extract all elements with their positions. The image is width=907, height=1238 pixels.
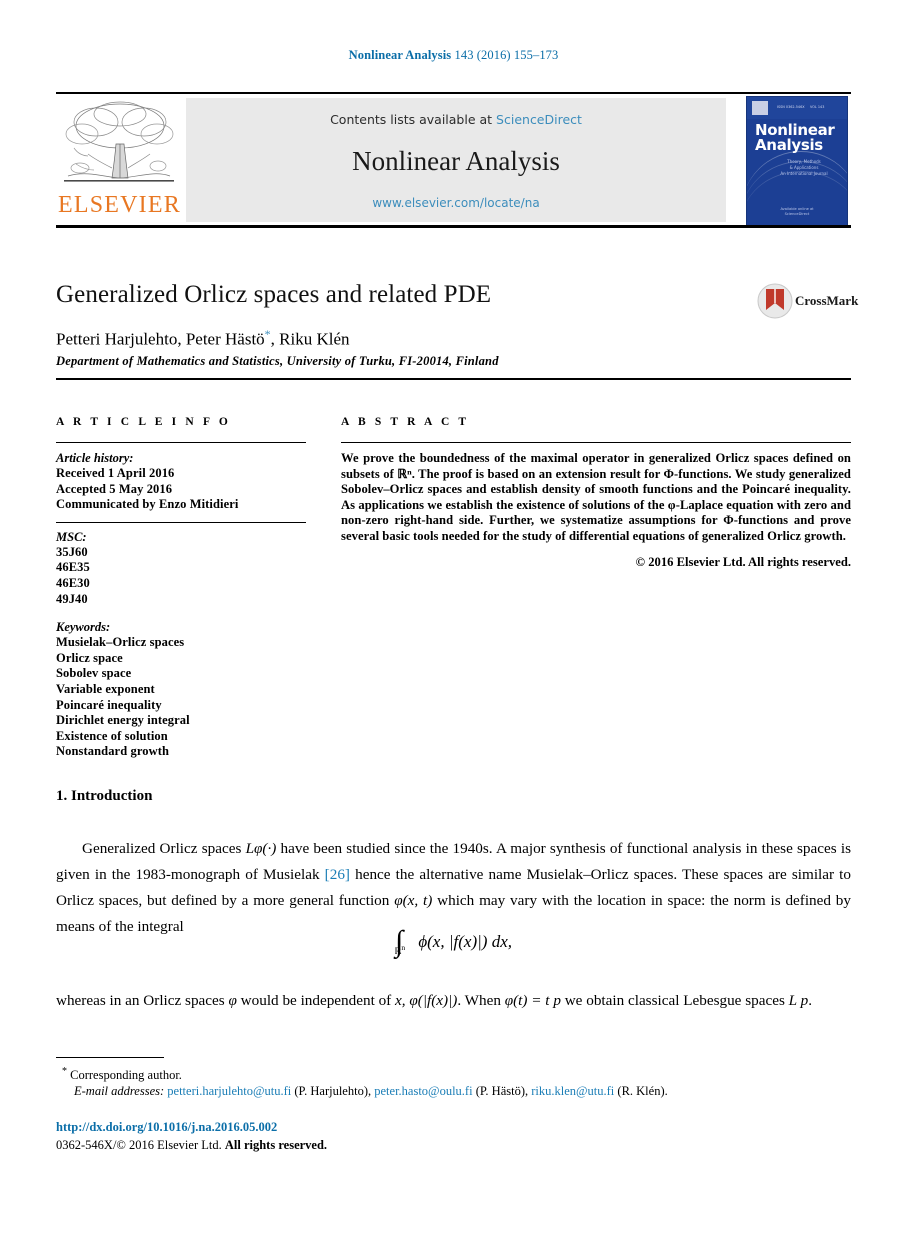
keyword-item: Dirichlet energy integral xyxy=(56,713,190,728)
journal-title: Nonlinear Analysis xyxy=(352,146,560,176)
email-link[interactable]: petteri.harjulehto@utu.fi xyxy=(167,1084,291,1098)
integral-subscript: ℝn xyxy=(394,943,406,956)
cover-elsevier-mark-icon xyxy=(752,101,768,115)
article-history-accepted: Accepted 5 May 2016 xyxy=(56,481,173,496)
email-link[interactable]: riku.klen@utu.fi xyxy=(531,1084,614,1098)
masthead-bottom-rule xyxy=(56,225,851,228)
msc-code: 35J60 xyxy=(56,544,88,559)
section-heading-introduction: 1. Introduction xyxy=(56,788,153,804)
introduction-paragraph-1: Generalized Orlicz spaces Lφ(·) have bee… xyxy=(56,836,851,940)
msc-code: 49J40 xyxy=(56,591,88,606)
crossmark-badge[interactable]: CrossMark xyxy=(757,283,858,319)
keyword-item: Sobolev space xyxy=(56,666,132,681)
equation-body: ϕ(x, |f(x)|) dx, xyxy=(418,932,512,951)
msc-label: MSC: xyxy=(56,529,87,544)
para2-math-1: φ xyxy=(228,992,237,1009)
abstract-column: A B S T R A C T We prove the boundedness… xyxy=(341,416,851,570)
journal-url-link[interactable]: www.elsevier.com/locate/na xyxy=(186,196,726,210)
article-history-label: Article history: xyxy=(56,451,134,465)
contents-available-line: Contents lists available at ScienceDirec… xyxy=(186,112,726,127)
authors-tail: , Riku Klén xyxy=(270,329,350,349)
contents-prefix: Contents lists available at xyxy=(330,112,497,127)
footnote-emails: E-mail addresses: petteri.harjulehto@utu… xyxy=(74,1084,854,1099)
para1-math-2: φ(x, t) xyxy=(394,892,433,909)
crossmark-label: CrossMark xyxy=(795,293,859,308)
contents-panel: Contents lists available at ScienceDirec… xyxy=(186,98,726,222)
para2-text-a: whereas in an Orlicz spaces xyxy=(56,992,229,1009)
article-history-received: Received 1 April 2016 xyxy=(56,466,175,480)
journal-cover-thumbnail[interactable]: ISSN 0362-546X VOL 143 Nonlinear Analysi… xyxy=(746,96,848,226)
issn-prefix: 0362-546X/© 2016 Elsevier Ltd. xyxy=(56,1138,225,1152)
page-title: Generalized Orlicz spaces and related PD… xyxy=(56,281,492,308)
author-list: Petteri Harjulehto, Peter Hästö*, Riku K… xyxy=(56,327,756,350)
email-addresses-label: E-mail addresses: xyxy=(74,1084,165,1098)
para2-math-3: φ(t) = t p xyxy=(504,992,561,1009)
elsevier-wordmark: ELSEVIER xyxy=(58,192,181,218)
introduction-paragraph-2: whereas in an Orlicz spaces φ would be i… xyxy=(56,988,851,1014)
keyword-item: Musielak–Orlicz spaces xyxy=(56,635,185,650)
elsevier-logo: ELSEVIER xyxy=(58,98,180,222)
running-head: Nonlinear Analysis 143 (2016) 155–173 xyxy=(0,48,907,63)
issn-rights: All rights reserved. xyxy=(224,1138,328,1152)
footnote-corresponding-text: Corresponding author. xyxy=(70,1068,182,1083)
cover-title-line2: Analysis xyxy=(755,136,823,154)
journal-masthead: ELSEVIER Contents lists available at Sci… xyxy=(56,92,851,228)
abstract-text: We prove the boundedness of the maximal … xyxy=(341,451,851,543)
article-info-column: A R T I C L E I N F O Article history: R… xyxy=(56,416,306,760)
citation-link[interactable]: [26] xyxy=(325,866,350,883)
running-head-citation: 143 (2016) 155–173 xyxy=(451,48,559,62)
doi-link[interactable]: http://dx.doi.org/10.1016/j.na.2016.05.0… xyxy=(56,1120,277,1135)
footnote-star-marker: * xyxy=(62,1066,67,1077)
para2-math-2: x, φ(|f(x)|) xyxy=(395,992,458,1009)
email-owner: (P. Harjulehto), xyxy=(294,1084,372,1098)
affiliation: Department of Mathematics and Statistics… xyxy=(56,354,499,368)
email-link[interactable]: peter.hasto@oulu.fi xyxy=(374,1084,472,1098)
email-owner: (P. Hästö), xyxy=(475,1084,529,1098)
keyword-item: Existence of solution xyxy=(56,728,168,743)
elsevier-tree-icon xyxy=(64,101,174,182)
msc-code: 46E30 xyxy=(56,575,90,590)
keyword-item: Poincaré inequality xyxy=(56,697,162,712)
para2-text-c: . When xyxy=(457,992,505,1009)
cover-tiny-text-1: ISSN 0362-546X xyxy=(777,105,805,109)
cover-subtitle: Theory, Methods & Applications An Internat… xyxy=(780,159,828,176)
paper-page: Nonlinear Analysis 143 (2016) 155–173 EL… xyxy=(0,0,907,1238)
para2-math-4: L p xyxy=(788,992,809,1009)
keywords-label: Keywords: xyxy=(56,620,111,635)
sciencedirect-link[interactable]: ScienceDirect xyxy=(496,112,582,127)
masthead-top-rule xyxy=(56,92,851,94)
running-head-journal: Nonlinear Analysis xyxy=(348,48,452,62)
cover-footer: Available online at ScienceDirect xyxy=(780,207,814,216)
crossmark-icon xyxy=(757,283,793,319)
footnote-rule xyxy=(56,1057,164,1058)
keyword-item: Variable exponent xyxy=(56,681,155,696)
keyword-item: Nonstandard growth xyxy=(56,744,170,759)
abstract-copyright: © 2016 Elsevier Ltd. All rights reserved… xyxy=(635,554,851,569)
article-history-communicated: Communicated by Enzo Mitidieri xyxy=(56,497,239,512)
article-info-heading: A R T I C L E I N F O xyxy=(56,416,231,428)
para2-text-e: . xyxy=(808,992,813,1009)
para1-math-1: Lφ(·) xyxy=(245,840,277,857)
cover-journal-name: Nonlinear Analysis xyxy=(755,123,841,153)
display-equation-integral: ∫ℝn ϕ(x, |f(x)|) dx, xyxy=(0,927,907,957)
msc-code: 46E35 xyxy=(56,560,90,575)
para1-text-a: Generalized Orlicz spaces xyxy=(82,840,246,857)
issn-copyright-line: 0362-546X/© 2016 Elsevier Ltd. All right… xyxy=(56,1138,327,1153)
affiliation-rule xyxy=(56,378,851,380)
keyword-item: Orlicz space xyxy=(56,650,123,665)
para2-text-d: we obtain classical Lebesgue spaces xyxy=(560,992,789,1009)
msc-rule xyxy=(56,521,306,523)
authors-main: Petteri Harjulehto, Peter Hästö xyxy=(56,329,265,349)
article-info-rule xyxy=(56,442,306,443)
para2-text-b: would be independent of xyxy=(236,992,396,1009)
footnote-corresponding-author: * Corresponding author. xyxy=(62,1066,182,1083)
abstract-heading: A B S T R A C T xyxy=(341,416,470,428)
abstract-rule xyxy=(341,442,851,443)
email-owner: (R. Klén). xyxy=(617,1084,668,1098)
cover-tiny-text-2: VOL 143 xyxy=(810,105,825,109)
